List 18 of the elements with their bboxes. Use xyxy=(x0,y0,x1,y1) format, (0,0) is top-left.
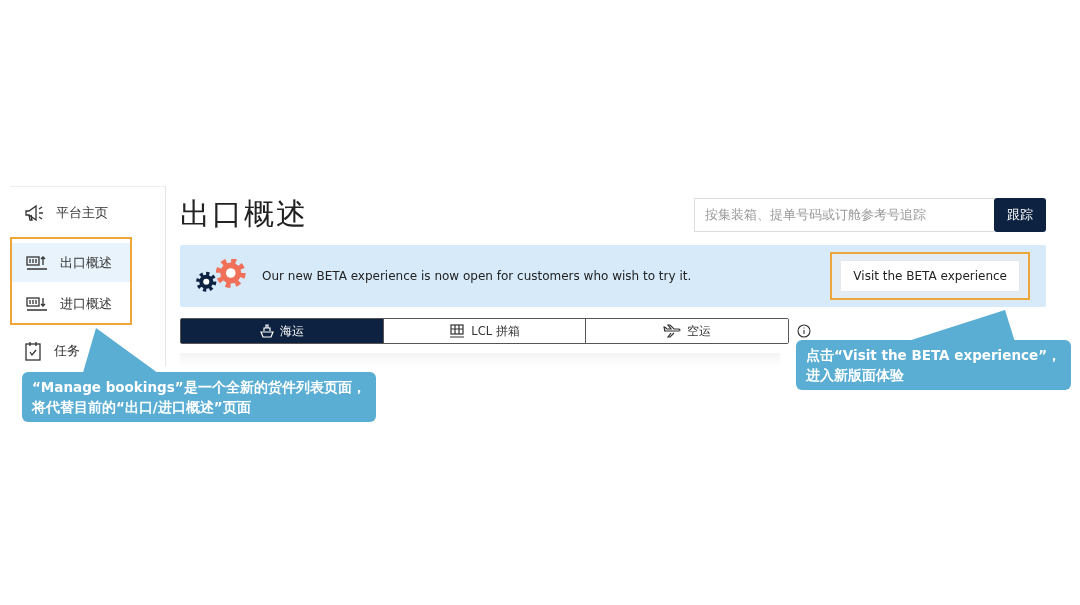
sidebar-item[interactable]: 平台主页 xyxy=(10,191,165,235)
beta-button[interactable]: Visit the BETA experience xyxy=(840,260,1020,292)
mode-tab[interactable]: 海运 xyxy=(181,319,383,343)
container-up-icon xyxy=(26,253,48,272)
search-field[interactable]: 按集装箱、提单号码或订舱参考号追踪 xyxy=(694,197,994,232)
ship-icon xyxy=(259,324,274,338)
mode-tab[interactable]: 空运 xyxy=(585,319,788,343)
info-icon[interactable] xyxy=(797,324,811,338)
plane-icon xyxy=(663,324,682,338)
boxes-icon xyxy=(449,324,466,338)
sidebar-item[interactable]: 进口概述 xyxy=(12,284,130,323)
track-button[interactable]: 跟踪 xyxy=(994,197,1046,232)
megaphone-icon xyxy=(24,204,44,222)
banner-message: Our new BETA experience is now open for customers who wish to try it. xyxy=(262,269,693,283)
clipboard-check-icon xyxy=(24,341,42,361)
sidebar-item[interactable]: 出口概述 xyxy=(12,243,130,282)
container-down-icon xyxy=(26,294,48,313)
page-title: 出口概述 xyxy=(180,195,308,233)
